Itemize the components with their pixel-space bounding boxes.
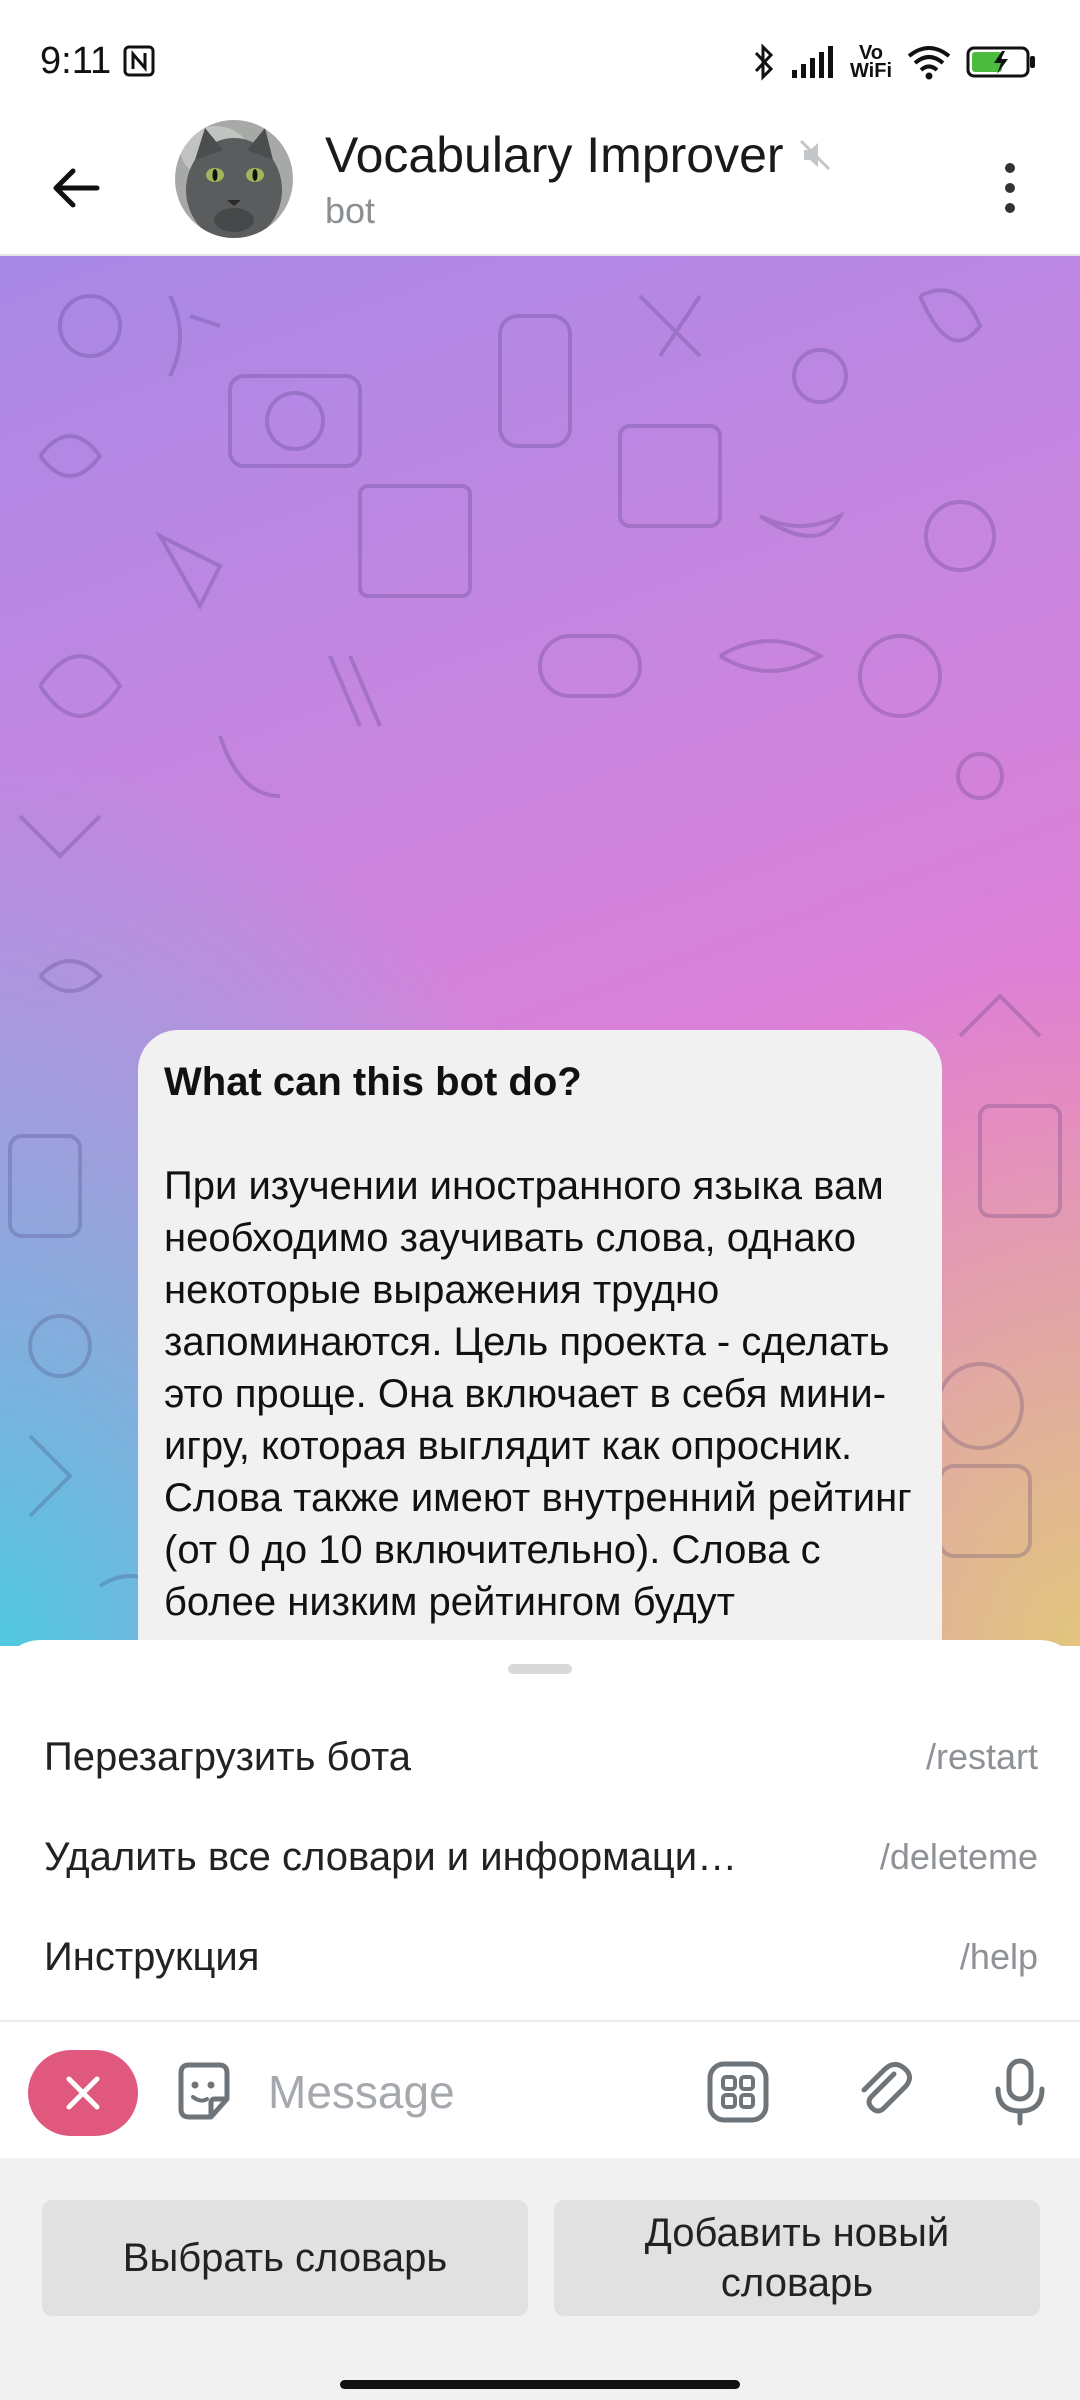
command-name: /deleteme: [879, 1836, 1038, 1877]
nfc-icon: [123, 45, 155, 77]
back-button[interactable]: [40, 152, 112, 224]
signal-icon: [791, 46, 833, 78]
voice-message-button[interactable]: [984, 2056, 1056, 2128]
status-bar: 9:11 Vo WiFi: [0, 0, 1080, 120]
chat-title-block[interactable]: Vocabulary Improver bot: [325, 126, 832, 232]
dot-icon: [1005, 203, 1015, 213]
message-input[interactable]: [268, 2060, 668, 2124]
arrow-left-icon: [53, 168, 100, 208]
message-composer: [0, 2020, 1080, 2158]
avatar[interactable]: [175, 120, 293, 238]
bluetooth-icon: [754, 43, 774, 81]
bot-keyboard-button[interactable]: [702, 2056, 774, 2128]
wifi-icon: [907, 46, 951, 80]
select-dictionary-button[interactable]: Выбрать словарь: [42, 2200, 528, 2316]
chat-subtitle: bot: [325, 190, 376, 231]
status-icons: Vo WiFi: [752, 40, 1036, 84]
command-description: Перезагрузить бота: [44, 1734, 411, 1779]
command-description: Удалить все словари и информаци…: [44, 1834, 738, 1879]
bubble-title: What can this bot do?: [164, 1060, 582, 1104]
close-commands-button[interactable]: [28, 2050, 138, 2136]
bot-reply-keyboard: Выбрать словарь Добавить новый словарь: [0, 2158, 1080, 2400]
command-item-deleteme[interactable]: Удалить все словари и информаци… /delete…: [0, 1808, 1080, 1906]
keyboard-grid-icon: [707, 2061, 769, 2123]
emoji-button[interactable]: [168, 2056, 240, 2128]
add-dictionary-button[interactable]: Добавить новый словарь: [554, 2200, 1040, 2316]
command-name: /restart: [925, 1736, 1038, 1777]
status-time: 9:11: [40, 40, 112, 82]
command-item-restart[interactable]: Перезагрузить бота /restart: [0, 1708, 1080, 1806]
dot-icon: [1005, 183, 1015, 193]
command-item-help[interactable]: Инструкция /help: [0, 1908, 1080, 2006]
muted-icon: [799, 139, 830, 171]
home-indicator[interactable]: [340, 2380, 740, 2389]
commands-panel: Перезагрузить бота /restart Удалить все …: [0, 1640, 1080, 2020]
dot-icon: [1005, 163, 1015, 173]
command-description: Инструкция: [44, 1934, 260, 1979]
battery-icon: [966, 46, 1035, 78]
close-icon: [66, 2076, 100, 2110]
chat-background: What can this bot do? При изучении иност…: [0, 256, 1080, 1646]
chat-title: Vocabulary Improver: [325, 127, 784, 183]
chat-header: Vocabulary Improver bot: [0, 120, 1080, 256]
command-name: /help: [959, 1936, 1038, 1977]
bubble-text: При изучении иностранного языка вам необ…: [164, 1164, 912, 1646]
cat-avatar-image: [175, 120, 293, 238]
bot-description-bubble: What can this bot do? При изучении иност…: [138, 1030, 942, 1646]
microphone-icon: [995, 2058, 1045, 2126]
attach-button[interactable]: [850, 2056, 922, 2128]
paperclip-icon: [861, 2062, 912, 2114]
more-options-button[interactable]: [980, 150, 1040, 226]
drag-handle[interactable]: [508, 1664, 572, 1674]
sticker-icon: [178, 2062, 230, 2120]
volte-label: Vo WiFi: [849, 43, 892, 82]
volte-line2: WiFi: [849, 60, 892, 82]
